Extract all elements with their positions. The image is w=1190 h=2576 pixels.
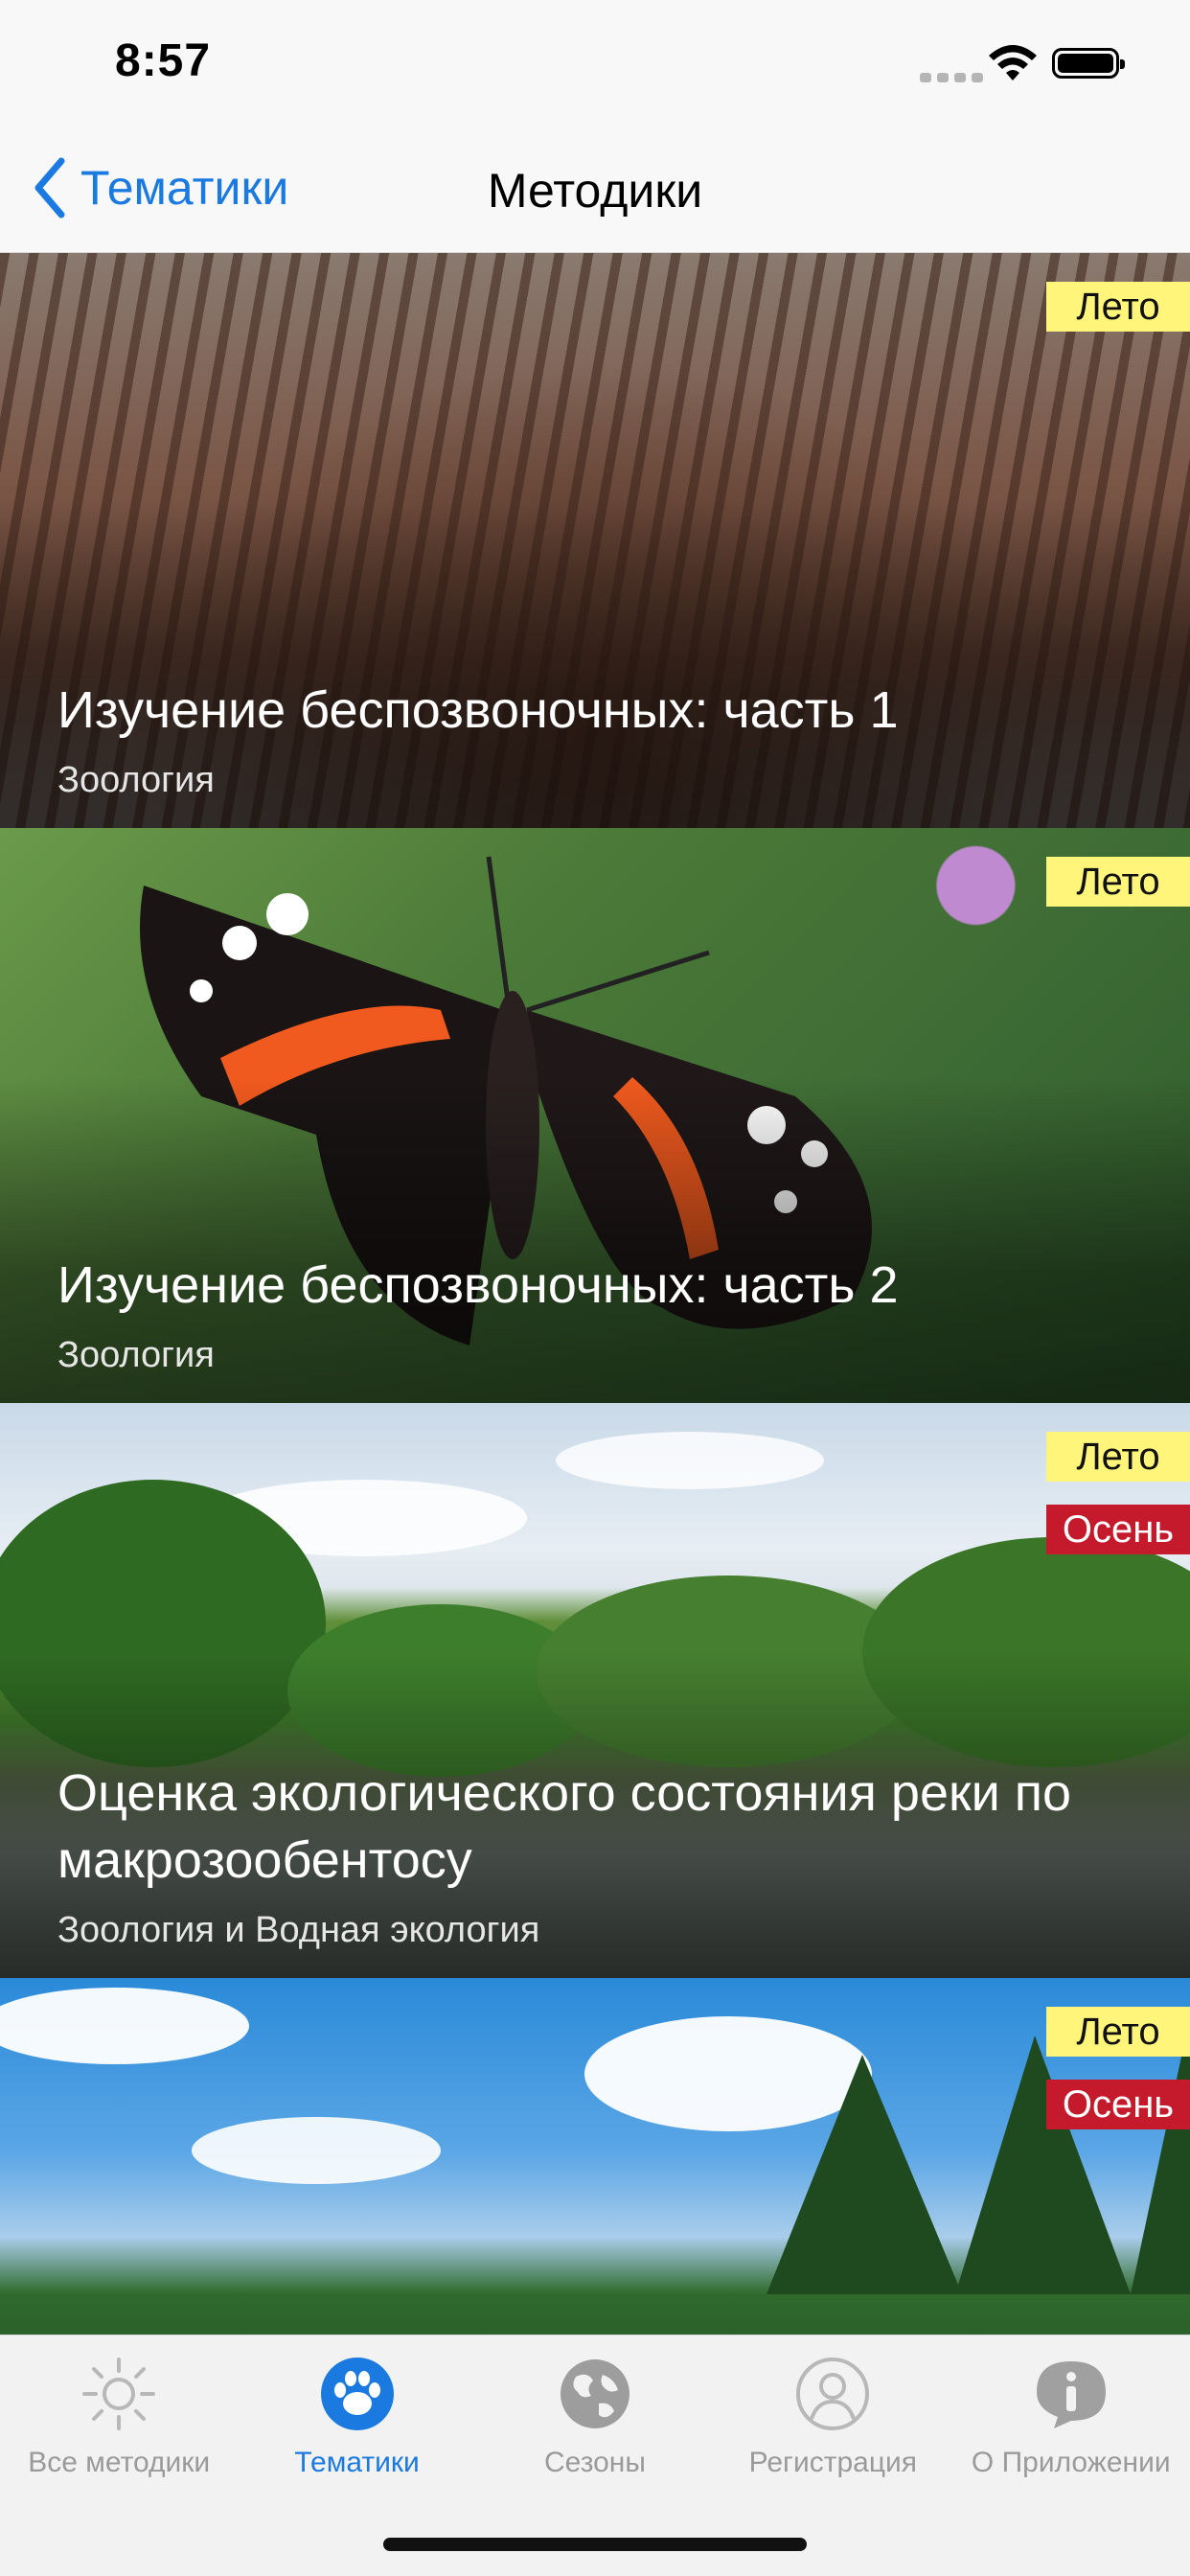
paw-icon (318, 2355, 397, 2433)
sun-icon (80, 2355, 158, 2433)
signal-icon (920, 73, 983, 82)
card-title: Оценка экологического состояния реки по … (57, 1764, 1072, 1889)
card-subtitle: Зоология (57, 760, 215, 800)
status-time: 8:57 (115, 35, 212, 86)
season-tag-autumn: Осень (1046, 1505, 1190, 1554)
tab-label: Тематики (294, 2447, 420, 2478)
season-tag-summer: Лето (1046, 1432, 1190, 1482)
tab-label: О Приложении (971, 2447, 1171, 2478)
status-bar: 8:57 (0, 0, 1190, 126)
tab-label: Регистрация (748, 2447, 918, 2478)
home-indicator (383, 2538, 807, 2551)
user-icon (793, 2355, 872, 2433)
tab-label: Сезоны (544, 2447, 646, 2478)
methodology-list: Лето Изучение беспозвоночных: часть 1 Зо… (0, 253, 1190, 2334)
card-subtitle: Зоология и Водная экология (57, 1910, 540, 1950)
card-subtitle: Зоология (57, 1335, 215, 1375)
wifi-icon (987, 44, 1039, 87)
card-image-lake (0, 1978, 1190, 2334)
methodology-card-1[interactable]: Лето Изучение беспозвоночных: часть 1 Зо… (0, 253, 1190, 828)
page-title: Методики (487, 164, 703, 218)
season-tags: Лето Осень (1046, 1432, 1190, 1554)
methodology-card-3[interactable]: Лето Осень Оценка экологического состоян… (0, 1403, 1190, 1978)
info-icon (1032, 2355, 1110, 2433)
season-tag-summer: Лето (1046, 282, 1190, 332)
season-tag-summer: Лето (1046, 857, 1190, 907)
globe-icon (556, 2355, 634, 2433)
season-tags: Лето (1046, 282, 1190, 332)
season-tag-summer: Лето (1046, 2007, 1190, 2057)
tab-all-methods[interactable]: Все методики (0, 2335, 238, 2576)
card-title: Изучение беспозвоночных: часть 2 (57, 1256, 899, 1314)
season-tags: Лето (1046, 857, 1190, 907)
methodology-card-4[interactable]: Лето Осень (0, 1978, 1190, 2334)
season-tags: Лето Осень (1046, 2007, 1190, 2129)
tab-about[interactable]: О Приложении (952, 2335, 1190, 2576)
battery-icon (1052, 48, 1125, 79)
methodology-card-2[interactable]: Лето Изучение беспозвоночных: часть 2 Зо… (0, 828, 1190, 1403)
card-title: Изучение беспозвоночных: часть 1 (57, 681, 899, 739)
season-tag-autumn: Осень (1046, 2080, 1190, 2129)
tab-label: Все методики (28, 2447, 211, 2478)
navigation-bar: Тематики Методики (0, 126, 1190, 253)
